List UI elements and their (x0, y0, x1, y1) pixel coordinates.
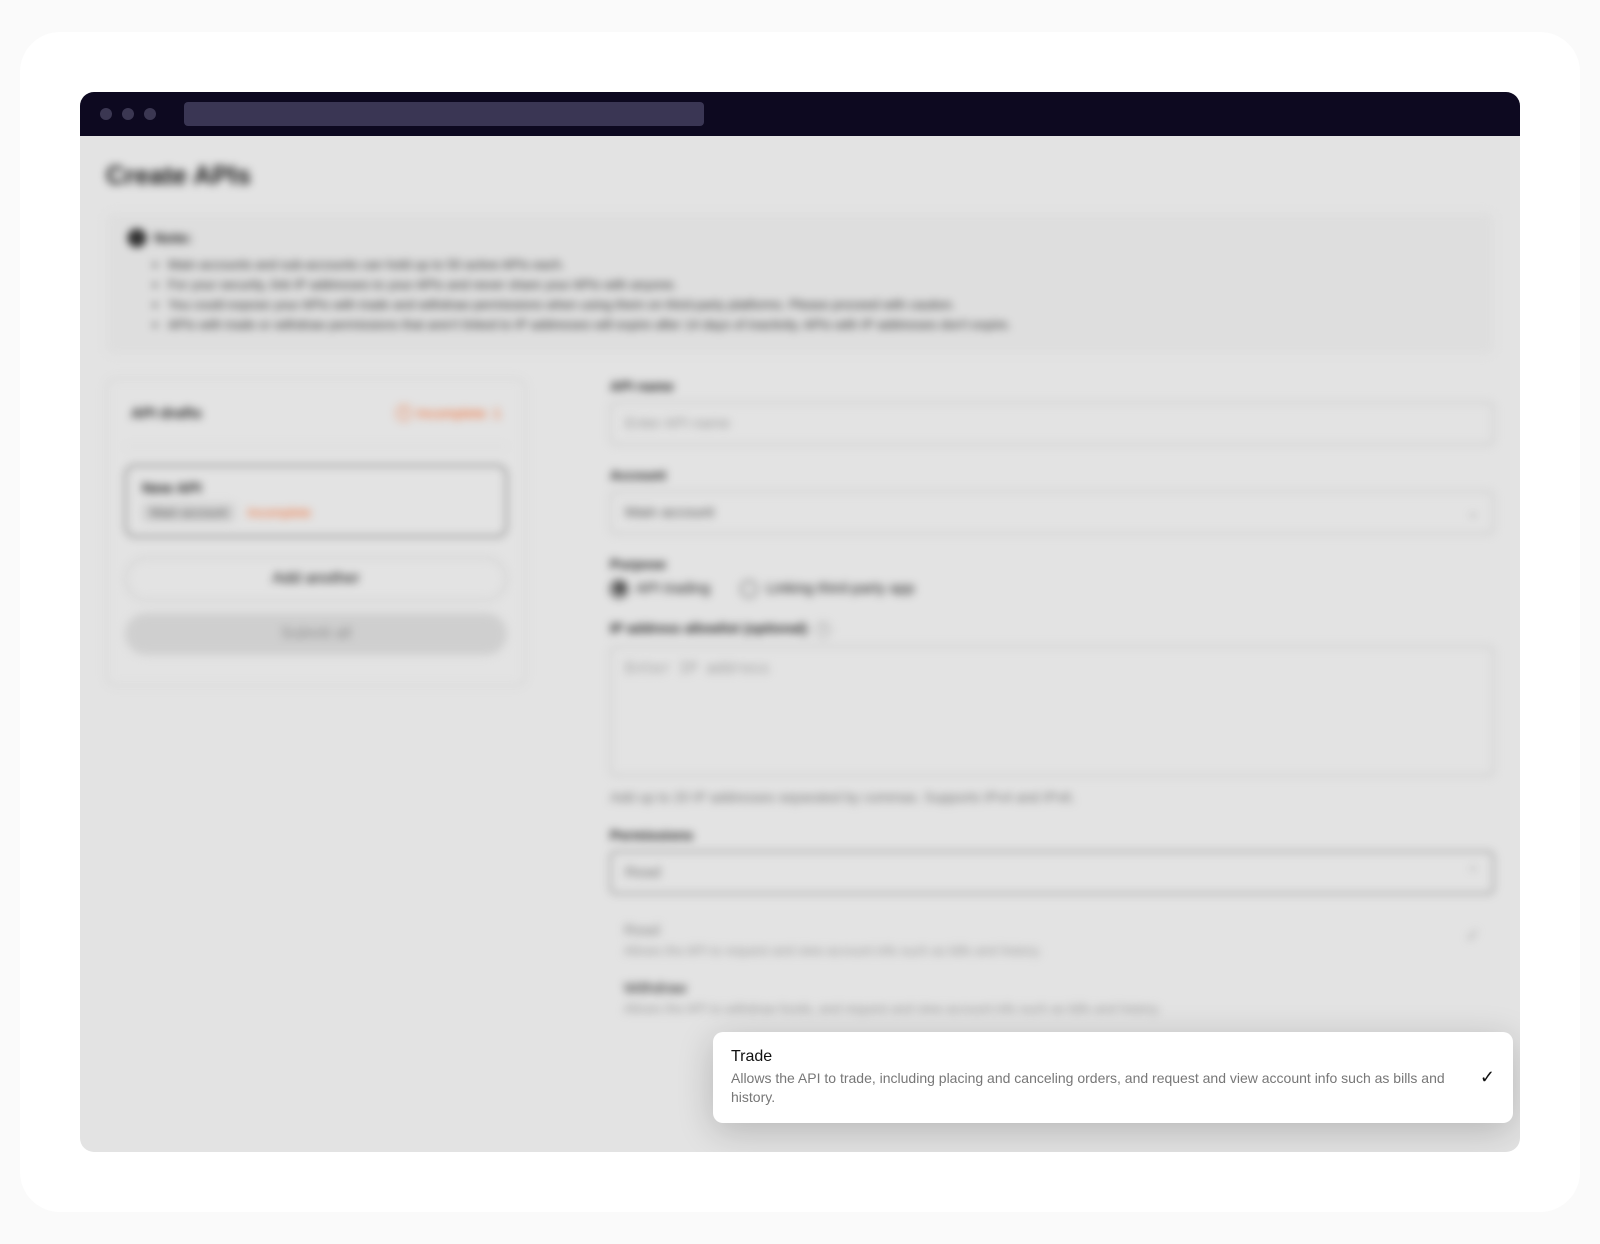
info-icon: i (128, 229, 146, 247)
note-heading: i Note: (128, 229, 1472, 247)
ip-hint: Add up to 20 IP addresses separated by c… (610, 789, 1494, 805)
draft-card[interactable]: New API Main account Incomplete (125, 465, 507, 537)
ip-label-text: IP address allowlist (optional) (610, 620, 807, 636)
submit-all-button[interactable]: Submit all (125, 613, 507, 655)
check-icon: ✓ (1480, 1067, 1495, 1088)
account-label: Account (610, 467, 1494, 483)
note-heading-text: Note: (154, 230, 192, 247)
note-list: Main accounts and sub-accounts can hold … (128, 255, 1472, 336)
draft-tags: Main account Incomplete (142, 503, 490, 522)
add-another-button[interactable]: Add another (125, 557, 507, 601)
note-item: For your security, link IP addresses to … (168, 275, 1472, 295)
note-item: APIs with trade or withdraw permissions … (168, 315, 1472, 335)
incomplete-summary: ! Incomplete: 1 (396, 405, 501, 421)
api-name-input[interactable] (610, 402, 1494, 445)
ip-label: IP address allowlist (optional) ? (610, 620, 1494, 638)
popover-desc: Allows the API to trade, including placi… (731, 1069, 1460, 1107)
warning-icon: ! (396, 405, 412, 421)
popover-body: Trade Allows the API to trade, including… (731, 1048, 1460, 1107)
note-panel: i Note: Main accounts and sub-accounts c… (106, 213, 1494, 354)
option-desc: Allows the API to request and view accou… (624, 942, 1041, 960)
app-shell: Create APIs i Note: Main accounts and su… (20, 32, 1580, 1212)
radio-dot-icon (610, 580, 628, 598)
account-field: Account Main account ⌄ (610, 467, 1494, 534)
close-dot[interactable] (100, 108, 112, 120)
check-icon: ✓ (1466, 926, 1480, 946)
browser-window: Create APIs i Note: Main accounts and su… (80, 92, 1520, 1152)
main-columns: API drafts ! Incomplete: 1 New API Main … (106, 378, 1494, 1112)
purpose-label: Purpose (610, 556, 1494, 572)
draft-status: Incomplete (247, 505, 311, 520)
radio-label: Linking third-party app (766, 580, 914, 597)
purpose-field: Purpose API trading Linking third-party … (610, 556, 1494, 598)
sidebar-title: API drafts (131, 405, 202, 422)
popover-title: Trade (731, 1048, 1460, 1066)
ip-field: IP address allowlist (optional) ? Add up… (610, 620, 1494, 805)
purpose-radio-group: API trading Linking third-party app (610, 580, 1494, 598)
window-titlebar (80, 92, 1520, 136)
help-icon[interactable]: ? (815, 622, 831, 638)
option-desc: Allows the API to withdraw funds, and re… (624, 1000, 1480, 1018)
sidebar-header: API drafts ! Incomplete: 1 (125, 397, 507, 447)
option-withdraw[interactable]: Withdraw Allows the API to withdraw fund… (610, 970, 1494, 1028)
api-name-label: API name (610, 378, 1494, 394)
page-content: Create APIs i Note: Main accounts and su… (80, 136, 1520, 1152)
api-name-field: API name (610, 378, 1494, 445)
url-bar[interactable] (184, 102, 704, 126)
option-title: Read (624, 922, 1041, 939)
drafts-sidebar: API drafts ! Incomplete: 1 New API Main … (106, 378, 526, 686)
chevron-down-icon: ⌄ (1467, 504, 1479, 521)
permissions-select[interactable]: Read ⌃ (610, 851, 1494, 894)
incomplete-count: Incomplete: 1 (417, 405, 501, 421)
note-item: You could expose your APIs with trade an… (168, 295, 1472, 315)
trade-option-popover[interactable]: Trade Allows the API to trade, including… (713, 1032, 1513, 1123)
option-title: Withdraw (624, 980, 1480, 997)
permissions-value: Read (625, 864, 661, 881)
api-form: API name Account Main account ⌄ Purpose (610, 378, 1494, 1112)
radio-label: API trading (636, 580, 710, 597)
content-stack: Create APIs i Note: Main accounts and su… (80, 136, 1520, 1152)
traffic-lights (100, 108, 156, 120)
account-value: Main account (625, 504, 714, 521)
account-select[interactable]: Main account ⌄ (610, 491, 1494, 534)
radio-third-party[interactable]: Linking third-party app (740, 580, 914, 598)
draft-name: New API (142, 480, 490, 497)
radio-api-trading[interactable]: API trading (610, 580, 710, 598)
chevron-up-icon: ⌃ (1467, 864, 1479, 881)
ip-input[interactable] (610, 646, 1494, 776)
draft-account-tag: Main account (142, 503, 235, 522)
minimize-dot[interactable] (122, 108, 134, 120)
radio-dot-icon (740, 580, 758, 598)
option-read[interactable]: Read Allows the API to request and view … (610, 912, 1494, 970)
page-title: Create APIs (106, 160, 1494, 191)
permissions-label: Permissions (610, 827, 1494, 843)
maximize-dot[interactable] (144, 108, 156, 120)
note-item: Main accounts and sub-accounts can hold … (168, 255, 1472, 275)
